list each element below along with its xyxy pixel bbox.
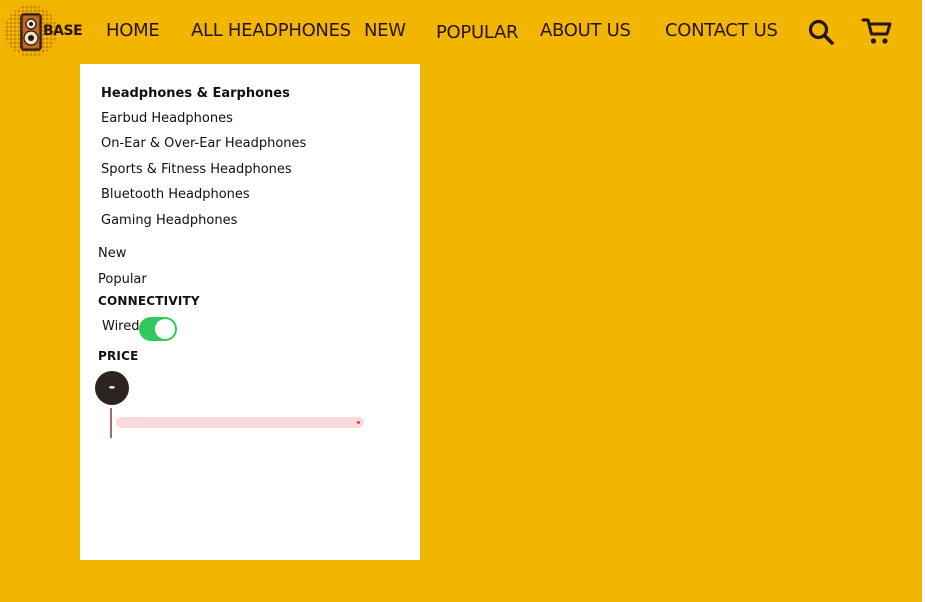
cart-icon[interactable] bbox=[861, 16, 893, 46]
price-slider-end-dot bbox=[357, 421, 360, 424]
nav-about-us[interactable]: ABOUT US bbox=[540, 20, 631, 41]
nav-home[interactable]: HOME bbox=[106, 20, 160, 41]
brand-logo[interactable]: BASE bbox=[3, 3, 83, 59]
category-gaming[interactable]: Gaming Headphones bbox=[101, 213, 237, 228]
category-sports-fitness[interactable]: Sports & Fitness Headphones bbox=[101, 162, 292, 177]
menu-link-popular[interactable]: Popular bbox=[98, 272, 147, 287]
nav-new[interactable]: NEW bbox=[364, 20, 406, 41]
mega-menu-panel: Headphones & Earphones Earbud Headphones… bbox=[80, 64, 420, 560]
price-slider-start-marker bbox=[110, 408, 112, 438]
nav-all-headphones[interactable]: ALL HEADPHONES bbox=[191, 20, 351, 41]
logo-text: BASE bbox=[43, 23, 83, 39]
page-background: BASE HOME ALL HEADPHONES NEW POPULAR ABO… bbox=[0, 0, 922, 602]
wired-toggle-label: Wired bbox=[102, 319, 140, 334]
price-heading: PRICE bbox=[98, 349, 139, 363]
category-heading[interactable]: Headphones & Earphones bbox=[101, 86, 290, 101]
toggle-knob bbox=[155, 319, 175, 339]
wired-toggle[interactable] bbox=[139, 317, 177, 341]
price-slider-track[interactable] bbox=[116, 417, 364, 428]
category-earbud[interactable]: Earbud Headphones bbox=[101, 111, 233, 126]
category-bluetooth[interactable]: Bluetooth Headphones bbox=[101, 187, 250, 202]
price-slider-handle[interactable]: - bbox=[95, 371, 129, 405]
nav-popular[interactable]: POPULAR bbox=[436, 22, 519, 43]
nav-contact-us[interactable]: CONTACT US bbox=[665, 20, 778, 41]
menu-link-new[interactable]: New bbox=[98, 246, 126, 261]
category-on-over-ear[interactable]: On-Ear & Over-Ear Headphones bbox=[101, 136, 306, 151]
search-icon[interactable] bbox=[807, 18, 835, 46]
connectivity-heading: CONNECTIVITY bbox=[98, 294, 200, 308]
speaker-icon bbox=[20, 13, 42, 51]
